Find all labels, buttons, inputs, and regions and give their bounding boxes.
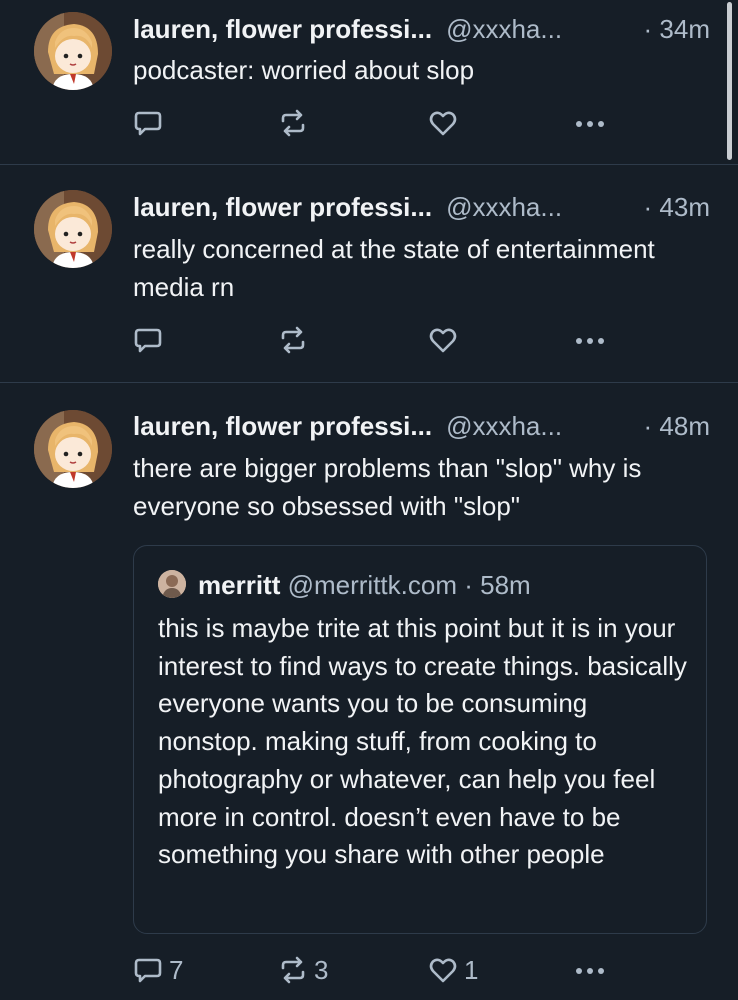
more-icon [573, 955, 607, 985]
more-button[interactable] [573, 106, 607, 140]
quoted-post-text: this is maybe trite at this point but it… [158, 613, 687, 870]
reply-icon [133, 325, 163, 355]
reply-icon [133, 108, 163, 138]
like-button[interactable] [428, 323, 464, 357]
author-name[interactable]: lauren, flower professi... [133, 411, 432, 441]
more-button[interactable] [573, 953, 607, 987]
repost-icon [278, 108, 308, 138]
reply-count: 7 [169, 954, 184, 985]
author-handle[interactable]: @xxxha... [446, 411, 562, 441]
quoted-post[interactable]: merritt @merrittk.com · 58m this is mayb… [133, 545, 707, 934]
like-button[interactable]: 1 [428, 953, 478, 987]
quoted-post-header: merritt @merrittk.com · 58m [158, 568, 531, 602]
repost-button[interactable] [278, 323, 314, 357]
reply-button[interactable]: 7 [133, 953, 183, 987]
reply-icon [133, 955, 163, 985]
like-button[interactable] [428, 106, 464, 140]
repost-icon [278, 955, 308, 985]
avatar[interactable] [34, 410, 112, 488]
post-header: lauren, flower professi... @xxxha... · 34… [133, 12, 710, 46]
post-text: there are bigger problems than "slop" wh… [133, 453, 642, 521]
post[interactable]: lauren, flower professi... @xxxha... · 34… [0, 0, 738, 165]
scrollbar[interactable] [727, 2, 732, 160]
repost-button[interactable] [278, 106, 314, 140]
more-button[interactable] [573, 323, 607, 357]
repost-count: 3 [314, 954, 329, 985]
post-time[interactable]: · 34m [644, 12, 710, 46]
post-time[interactable]: · 43m [644, 190, 710, 224]
quoted-post-time[interactable]: · 58m [464, 570, 530, 600]
post-text: podcaster: worried about slop [133, 55, 475, 85]
author-handle[interactable]: @xxxha... [446, 192, 562, 222]
post-actions [133, 323, 613, 357]
post-header: lauren, flower professi... @xxxha... · 48… [133, 409, 710, 443]
quoted-author-name[interactable]: merritt [198, 570, 280, 600]
like-count: 1 [464, 954, 479, 985]
author-name[interactable]: lauren, flower professi... [133, 192, 432, 222]
heart-icon [428, 955, 458, 985]
post-header: lauren, flower professi... @xxxha... · 43… [133, 190, 710, 224]
heart-icon [428, 325, 458, 355]
post-actions [133, 106, 613, 140]
quoted-avatar[interactable] [158, 570, 186, 599]
reply-button[interactable] [133, 323, 169, 357]
repost-icon [278, 325, 308, 355]
repost-button[interactable]: 3 [278, 953, 328, 987]
post[interactable]: lauren, flower professi... @xxxha... · 43… [0, 165, 738, 383]
post-text: really concerned at the state of enterta… [133, 234, 655, 302]
reply-button[interactable] [133, 106, 169, 140]
more-icon [573, 108, 607, 138]
avatar[interactable] [34, 190, 112, 268]
more-icon [573, 325, 607, 355]
heart-icon [428, 108, 458, 138]
post-time[interactable]: · 48m [644, 409, 710, 443]
post-actions: 7 3 1 [133, 953, 613, 987]
author-handle[interactable]: @xxxha... [446, 14, 562, 44]
quoted-author-handle[interactable]: @merrittk.com [288, 570, 457, 600]
avatar[interactable] [34, 12, 112, 90]
author-name[interactable]: lauren, flower professi... [133, 14, 432, 44]
